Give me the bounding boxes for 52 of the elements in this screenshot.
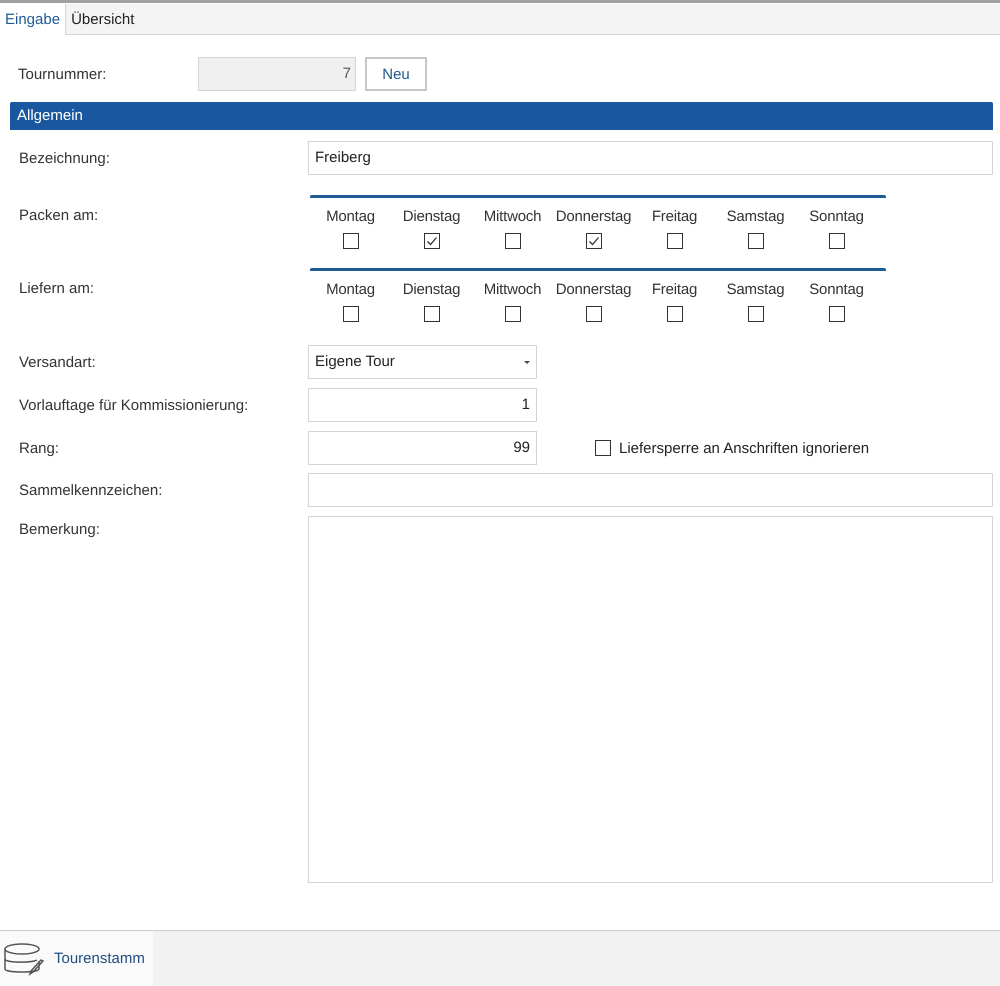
collective-code-field[interactable] bbox=[308, 473, 993, 507]
lead-days-field[interactable]: 1 bbox=[308, 388, 537, 422]
field-label: Versandart: bbox=[19, 354, 97, 370]
checkbox[interactable] bbox=[666, 306, 682, 322]
rank-field[interactable]: 99 bbox=[308, 431, 537, 465]
day-label: Freitag bbox=[652, 208, 698, 225]
day-label: Mittwoch bbox=[484, 281, 542, 298]
checkbox-label: Liefersperre an Anschriften ignorieren bbox=[619, 440, 870, 456]
tab[interactable]: Eingabe bbox=[0, 4, 66, 35]
checkbox[interactable] bbox=[504, 306, 520, 322]
checkbox[interactable] bbox=[828, 306, 844, 322]
field-label: Vorlauftage für Kommissionierung: bbox=[19, 396, 250, 414]
checkbox[interactable] bbox=[666, 233, 682, 249]
day-label: Dienstag bbox=[402, 281, 460, 298]
day-label: Donnerstag bbox=[556, 208, 632, 225]
field-label: Liefern am: bbox=[19, 280, 96, 297]
remark-field[interactable] bbox=[308, 516, 993, 883]
day-label: Donnerstag bbox=[556, 281, 632, 298]
field-label: Rang: bbox=[19, 440, 60, 456]
shipping-dropdown[interactable]: Eigene Tour bbox=[308, 345, 537, 379]
day-label: Mittwoch bbox=[484, 208, 542, 225]
day-label: Samstag bbox=[726, 281, 784, 298]
designation-field[interactable]: Freiberg bbox=[308, 141, 993, 175]
field-label: Bezeichnung: bbox=[19, 150, 111, 166]
checkbox[interactable] bbox=[586, 306, 602, 322]
checkbox[interactable] bbox=[748, 306, 764, 322]
checkbox[interactable] bbox=[748, 233, 764, 249]
checkbox[interactable] bbox=[342, 233, 358, 249]
day-label: Dienstag bbox=[402, 208, 460, 225]
checkbox[interactable] bbox=[828, 233, 844, 249]
day-label: Sonntag bbox=[809, 281, 864, 298]
checkbox[interactable] bbox=[342, 306, 358, 322]
field-label: Bemerkung: bbox=[19, 521, 101, 538]
checkbox[interactable] bbox=[586, 233, 602, 249]
field-label: Tournummer: bbox=[18, 66, 108, 82]
section-header: Allgemein bbox=[10, 102, 993, 130]
checkbox[interactable] bbox=[424, 233, 440, 249]
day-label: Montag bbox=[326, 208, 375, 225]
field-label: Sammelkennzeichen: bbox=[19, 482, 164, 498]
new-button[interactable]: Neu bbox=[365, 57, 427, 91]
field-label: Packen am: bbox=[19, 207, 100, 224]
checkbox[interactable] bbox=[504, 233, 520, 249]
tour-number-field[interactable]: 7 bbox=[198, 57, 356, 91]
nav-item[interactable]: Tourenstamm bbox=[0, 931, 153, 986]
checkbox[interactable] bbox=[595, 440, 611, 456]
caret-icon bbox=[524, 360, 530, 364]
checkbox[interactable] bbox=[424, 306, 440, 322]
tab[interactable]: Übersicht bbox=[66, 4, 140, 34]
day-label: Montag bbox=[326, 281, 375, 298]
day-label: Samstag bbox=[726, 208, 784, 225]
day-label: Sonntag bbox=[809, 208, 864, 225]
day-label: Freitag bbox=[652, 281, 698, 298]
